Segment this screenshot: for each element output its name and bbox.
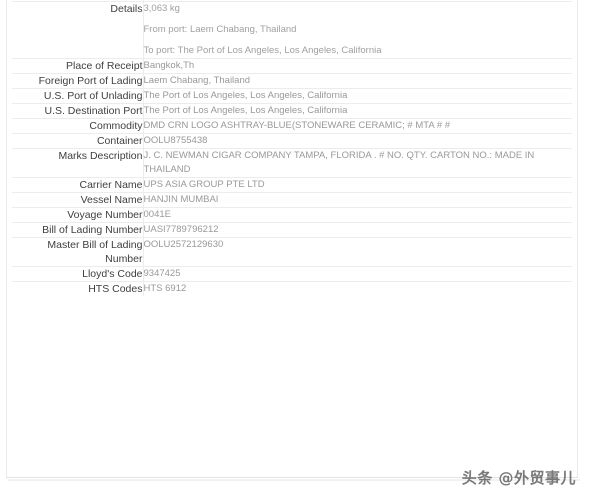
row-label: Voyage Number: [12, 207, 144, 223]
row-label: Master Bill of Lading Number: [12, 237, 144, 267]
table-row: Details 3,063 kg From port: Laem Chabang, …: [12, 1, 572, 59]
document-page: Country of OriginThailandDetails3,063 kg…: [0, 0, 590, 500]
table-row: Place of Receipt Bangkok,Th: [12, 58, 572, 74]
row-label: Foreign Port of Lading: [12, 73, 144, 89]
row-value-line: To port: The Port of Los Angeles, Los An…: [143, 45, 382, 56]
row-value: UASI7789796212: [143, 222, 572, 238]
row-label: Carrier Name: [12, 177, 144, 193]
table-row: Bill of Lading Number UASI7789796212: [12, 222, 572, 238]
row-label: U.S. Destination Port: [12, 103, 144, 119]
table-row: HTS Codes HTS 6912: [12, 281, 572, 296]
row-value: 9347425: [143, 266, 572, 282]
row-label: Marks Description: [12, 148, 144, 178]
row-value: OOLU8755438: [143, 133, 572, 149]
row-label: Lloyd's Code: [12, 266, 144, 282]
row-value-line: From port: Laem Chabang, Thailand: [143, 24, 297, 35]
row-value: UPS ASIA GROUP PTE LTD: [143, 177, 572, 193]
row-label: Commodity: [12, 118, 144, 134]
row-value: HANJIN MUMBAI: [143, 192, 572, 208]
row-value: 3,063 kg From port: Laem Chabang, Thailan…: [143, 1, 572, 59]
row-label: Place of Receipt: [12, 58, 144, 74]
row-value: HTS 6912: [143, 281, 572, 296]
row-label: HTS Codes: [12, 281, 144, 296]
table-row: U.S. Port of Unlading The Port of Los Ang…: [12, 88, 572, 104]
row-label: Bill of Lading Number: [12, 222, 144, 238]
table-row: Master Bill of Lading Number OOLU25721296…: [12, 237, 572, 267]
table-row: Carrier Name UPS ASIA GROUP PTE LTD: [12, 177, 572, 193]
table-row: Commodity DMD CRN LOGO ASHTRAY-BLUE(STONE…: [12, 118, 572, 134]
table-row: Marks Description J. C. NEWMAN CIGAR COMP…: [12, 148, 572, 178]
row-value: OOLU2572129630: [143, 237, 572, 267]
row-value: J. C. NEWMAN CIGAR COMPANY TAMPA, FLORID…: [143, 148, 572, 178]
row-value-line: 3,063 kg: [143, 3, 180, 14]
row-value: Laem Chabang, Thailand: [143, 73, 572, 89]
row-value: Bangkok,Th: [143, 58, 572, 74]
table-row: Lloyd's Code 9347425: [12, 266, 572, 282]
page-border-left: [6, 0, 7, 478]
row-value: The Port of Los Angeles, Los Angeles, Ca…: [143, 88, 572, 104]
table-row: U.S. Destination Port The Port of Los Ang…: [12, 103, 572, 119]
row-label: Container: [12, 133, 144, 149]
page-border-right: [577, 0, 578, 478]
table-row: Foreign Port of Lading Laem Chabang, Thai…: [12, 73, 572, 89]
row-label: Vessel Name: [12, 192, 144, 208]
row-value: DMD CRN LOGO ASHTRAY-BLUE(STONEWARE CERA…: [143, 118, 572, 134]
row-value: 0041E: [143, 207, 572, 223]
shipment-details-body: Country of OriginThailandDetails3,063 kg…: [12, 0, 572, 296]
table-row: Vessel Name HANJIN MUMBAI: [12, 192, 572, 208]
table-row: Voyage Number 0041E: [12, 207, 572, 223]
row-value: The Port of Los Angeles, Los Angeles, Ca…: [143, 103, 572, 119]
row-label: U.S. Port of Unlading: [12, 88, 144, 104]
row-label: Details: [12, 1, 144, 59]
watermark: 头条 @外贸事儿: [461, 469, 576, 487]
shipment-details-table: Country of OriginThailandDetails3,063 kg…: [12, 0, 572, 296]
table-row: Container OOLU8755438: [12, 133, 572, 149]
